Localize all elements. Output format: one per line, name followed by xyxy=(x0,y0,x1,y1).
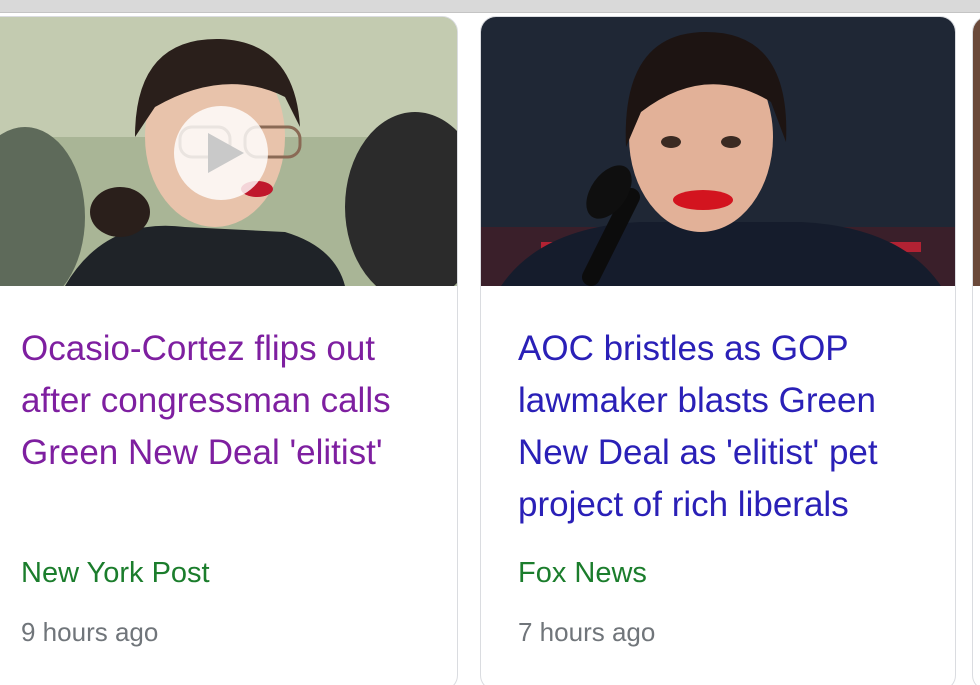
news-card[interactable]: AOC bristles as GOP lawmaker blasts Gree… xyxy=(480,16,956,685)
news-source: Fox News xyxy=(518,557,647,589)
news-headline-link[interactable]: AOC bristles as GOP lawmaker blasts Gree… xyxy=(518,323,938,531)
news-card-partial[interactable] xyxy=(972,16,980,685)
news-thumbnail[interactable] xyxy=(0,17,457,286)
play-icon xyxy=(208,133,244,173)
thumbnail-photo xyxy=(973,17,980,286)
news-timestamp: 7 hours ago xyxy=(518,617,656,647)
play-button[interactable] xyxy=(174,106,268,200)
news-thumbnail[interactable] xyxy=(481,17,955,286)
news-headline-link[interactable]: Ocasio-Cortez flips out after congressma… xyxy=(21,323,441,479)
thumbnail-photo xyxy=(481,17,955,286)
news-card[interactable]: Ocasio-Cortez flips out after congressma… xyxy=(0,16,458,685)
top-stories-carousel: Ocasio-Cortez flips out after congressma… xyxy=(0,12,980,685)
news-source: New York Post xyxy=(21,557,210,589)
news-timestamp: 9 hours ago xyxy=(21,617,159,647)
